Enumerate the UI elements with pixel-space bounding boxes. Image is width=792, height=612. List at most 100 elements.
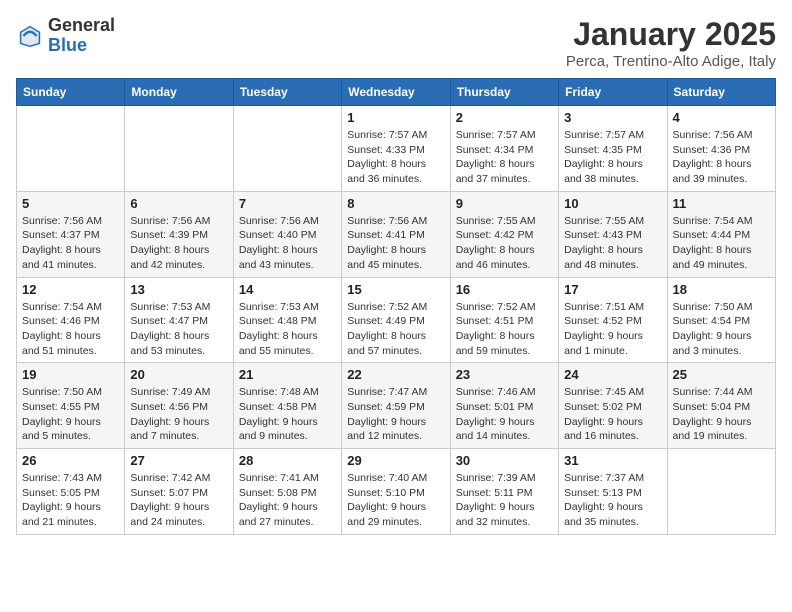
calendar-cell: 14 Sunrise: 7:53 AM Sunset: 4:48 PM Dayli… bbox=[233, 277, 341, 363]
day-number: 21 bbox=[239, 367, 336, 382]
weekday-header: Tuesday bbox=[233, 79, 341, 106]
calendar-cell: 10 Sunrise: 7:55 AM Sunset: 4:43 PM Dayli… bbox=[559, 191, 667, 277]
day-info: Sunrise: 7:57 AM Sunset: 4:34 PM Dayligh… bbox=[456, 128, 553, 187]
page-header: General Blue January 2025 Perca, Trentin… bbox=[16, 16, 776, 70]
day-info: Sunrise: 7:56 AM Sunset: 4:39 PM Dayligh… bbox=[130, 214, 227, 273]
weekday-header: Saturday bbox=[667, 79, 775, 106]
calendar-cell: 11Sunrise: 7:54 AM Sunset: 4:44 PM Dayli… bbox=[667, 191, 775, 277]
day-number: 7 bbox=[239, 196, 336, 211]
day-info: Sunrise: 7:44 AM Sunset: 5:04 PM Dayligh… bbox=[673, 385, 770, 444]
day-number: 10 bbox=[564, 196, 661, 211]
calendar-cell: 29 Sunrise: 7:40 AM Sunset: 5:10 PM Dayli… bbox=[342, 449, 450, 535]
day-info: Sunrise: 7:39 AM Sunset: 5:11 PM Dayligh… bbox=[456, 471, 553, 530]
day-number: 28 bbox=[239, 453, 336, 468]
calendar-cell: 8 Sunrise: 7:56 AM Sunset: 4:41 PM Daylig… bbox=[342, 191, 450, 277]
day-info: Sunrise: 7:51 AM Sunset: 4:52 PM Dayligh… bbox=[564, 300, 661, 359]
day-number: 8 bbox=[347, 196, 444, 211]
logo-text: General Blue bbox=[48, 16, 115, 56]
day-info: Sunrise: 7:42 AM Sunset: 5:07 PM Dayligh… bbox=[130, 471, 227, 530]
day-number: 14 bbox=[239, 282, 336, 297]
day-info: Sunrise: 7:43 AM Sunset: 5:05 PM Dayligh… bbox=[22, 471, 119, 530]
day-info: Sunrise: 7:56 AM Sunset: 4:40 PM Dayligh… bbox=[239, 214, 336, 273]
day-number: 29 bbox=[347, 453, 444, 468]
day-number: 2 bbox=[456, 110, 553, 125]
day-info: Sunrise: 7:46 AM Sunset: 5:01 PM Dayligh… bbox=[456, 385, 553, 444]
day-number: 1 bbox=[347, 110, 444, 125]
calendar-cell bbox=[667, 449, 775, 535]
day-info: Sunrise: 7:41 AM Sunset: 5:08 PM Dayligh… bbox=[239, 471, 336, 530]
day-info: Sunrise: 7:50 AM Sunset: 4:55 PM Dayligh… bbox=[22, 385, 119, 444]
day-info: Sunrise: 7:49 AM Sunset: 4:56 PM Dayligh… bbox=[130, 385, 227, 444]
day-info: Sunrise: 7:57 AM Sunset: 4:33 PM Dayligh… bbox=[347, 128, 444, 187]
day-info: Sunrise: 7:53 AM Sunset: 4:48 PM Dayligh… bbox=[239, 300, 336, 359]
day-info: Sunrise: 7:54 AM Sunset: 4:44 PM Dayligh… bbox=[673, 214, 770, 273]
day-info: Sunrise: 7:56 AM Sunset: 4:36 PM Dayligh… bbox=[673, 128, 770, 187]
day-number: 6 bbox=[130, 196, 227, 211]
day-info: Sunrise: 7:52 AM Sunset: 4:51 PM Dayligh… bbox=[456, 300, 553, 359]
calendar-cell: 20 Sunrise: 7:49 AM Sunset: 4:56 PM Dayli… bbox=[125, 363, 233, 449]
calendar-cell: 26 Sunrise: 7:43 AM Sunset: 5:05 PM Dayli… bbox=[17, 449, 125, 535]
calendar-cell: 18 Sunrise: 7:50 AM Sunset: 4:54 PM Dayli… bbox=[667, 277, 775, 363]
day-info: Sunrise: 7:40 AM Sunset: 5:10 PM Dayligh… bbox=[347, 471, 444, 530]
calendar-cell: 31Sunrise: 7:37 AM Sunset: 5:13 PM Dayli… bbox=[559, 449, 667, 535]
calendar-cell: 30 Sunrise: 7:39 AM Sunset: 5:11 PM Dayli… bbox=[450, 449, 558, 535]
day-number: 18 bbox=[673, 282, 770, 297]
day-info: Sunrise: 7:55 AM Sunset: 4:42 PM Dayligh… bbox=[456, 214, 553, 273]
day-number: 20 bbox=[130, 367, 227, 382]
calendar-cell: 24 Sunrise: 7:45 AM Sunset: 5:02 PM Dayli… bbox=[559, 363, 667, 449]
calendar-cell bbox=[17, 106, 125, 192]
weekday-header: Sunday bbox=[17, 79, 125, 106]
calendar-cell: 21 Sunrise: 7:48 AM Sunset: 4:58 PM Dayli… bbox=[233, 363, 341, 449]
day-number: 23 bbox=[456, 367, 553, 382]
calendar-cell: 15 Sunrise: 7:52 AM Sunset: 4:49 PM Dayli… bbox=[342, 277, 450, 363]
calendar-cell: 2 Sunrise: 7:57 AM Sunset: 4:34 PM Daylig… bbox=[450, 106, 558, 192]
calendar-cell: 1 Sunrise: 7:57 AM Sunset: 4:33 PM Daylig… bbox=[342, 106, 450, 192]
day-number: 15 bbox=[347, 282, 444, 297]
calendar-cell bbox=[233, 106, 341, 192]
title-block: January 2025 Perca, Trentino-Alto Adige,… bbox=[566, 16, 776, 70]
calendar-cell: 9 Sunrise: 7:55 AM Sunset: 4:42 PM Daylig… bbox=[450, 191, 558, 277]
day-info: Sunrise: 7:54 AM Sunset: 4:46 PM Dayligh… bbox=[22, 300, 119, 359]
calendar-week-row: 26 Sunrise: 7:43 AM Sunset: 5:05 PM Dayli… bbox=[17, 449, 776, 535]
calendar-cell: 4Sunrise: 7:56 AM Sunset: 4:36 PM Daylig… bbox=[667, 106, 775, 192]
calendar-cell: 16 Sunrise: 7:52 AM Sunset: 4:51 PM Dayli… bbox=[450, 277, 558, 363]
weekday-header: Monday bbox=[125, 79, 233, 106]
weekday-header-row: SundayMondayTuesdayWednesdayThursdayFrid… bbox=[17, 79, 776, 106]
calendar-week-row: 5Sunrise: 7:56 AM Sunset: 4:37 PM Daylig… bbox=[17, 191, 776, 277]
day-number: 16 bbox=[456, 282, 553, 297]
calendar-cell: 7 Sunrise: 7:56 AM Sunset: 4:40 PM Daylig… bbox=[233, 191, 341, 277]
day-number: 12 bbox=[22, 282, 119, 297]
calendar-cell: 12 Sunrise: 7:54 AM Sunset: 4:46 PM Dayli… bbox=[17, 277, 125, 363]
day-number: 17 bbox=[564, 282, 661, 297]
day-info: Sunrise: 7:52 AM Sunset: 4:49 PM Dayligh… bbox=[347, 300, 444, 359]
calendar-week-row: 1 Sunrise: 7:57 AM Sunset: 4:33 PM Daylig… bbox=[17, 106, 776, 192]
day-number: 9 bbox=[456, 196, 553, 211]
day-number: 22 bbox=[347, 367, 444, 382]
logo-icon bbox=[16, 22, 44, 50]
calendar-cell: 3Sunrise: 7:57 AM Sunset: 4:35 PM Daylig… bbox=[559, 106, 667, 192]
calendar-cell: 25 Sunrise: 7:44 AM Sunset: 5:04 PM Dayli… bbox=[667, 363, 775, 449]
day-info: Sunrise: 7:45 AM Sunset: 5:02 PM Dayligh… bbox=[564, 385, 661, 444]
day-info: Sunrise: 7:48 AM Sunset: 4:58 PM Dayligh… bbox=[239, 385, 336, 444]
calendar-cell: 22 Sunrise: 7:47 AM Sunset: 4:59 PM Dayli… bbox=[342, 363, 450, 449]
calendar-table: SundayMondayTuesdayWednesdayThursdayFrid… bbox=[16, 78, 776, 535]
day-number: 19 bbox=[22, 367, 119, 382]
day-info: Sunrise: 7:37 AM Sunset: 5:13 PM Dayligh… bbox=[564, 471, 661, 530]
day-number: 30 bbox=[456, 453, 553, 468]
calendar-cell: 28 Sunrise: 7:41 AM Sunset: 5:08 PM Dayli… bbox=[233, 449, 341, 535]
day-number: 25 bbox=[673, 367, 770, 382]
calendar-cell: 23 Sunrise: 7:46 AM Sunset: 5:01 PM Dayli… bbox=[450, 363, 558, 449]
calendar-cell: 17 Sunrise: 7:51 AM Sunset: 4:52 PM Dayli… bbox=[559, 277, 667, 363]
day-info: Sunrise: 7:50 AM Sunset: 4:54 PM Dayligh… bbox=[673, 300, 770, 359]
day-number: 26 bbox=[22, 453, 119, 468]
day-info: Sunrise: 7:56 AM Sunset: 4:41 PM Dayligh… bbox=[347, 214, 444, 273]
day-info: Sunrise: 7:47 AM Sunset: 4:59 PM Dayligh… bbox=[347, 385, 444, 444]
day-number: 24 bbox=[564, 367, 661, 382]
calendar-cell: 13Sunrise: 7:53 AM Sunset: 4:47 PM Dayli… bbox=[125, 277, 233, 363]
calendar-cell bbox=[125, 106, 233, 192]
weekday-header: Wednesday bbox=[342, 79, 450, 106]
day-info: Sunrise: 7:57 AM Sunset: 4:35 PM Dayligh… bbox=[564, 128, 661, 187]
month-title: January 2025 bbox=[566, 16, 776, 53]
day-info: Sunrise: 7:55 AM Sunset: 4:43 PM Dayligh… bbox=[564, 214, 661, 273]
day-number: 5 bbox=[22, 196, 119, 211]
